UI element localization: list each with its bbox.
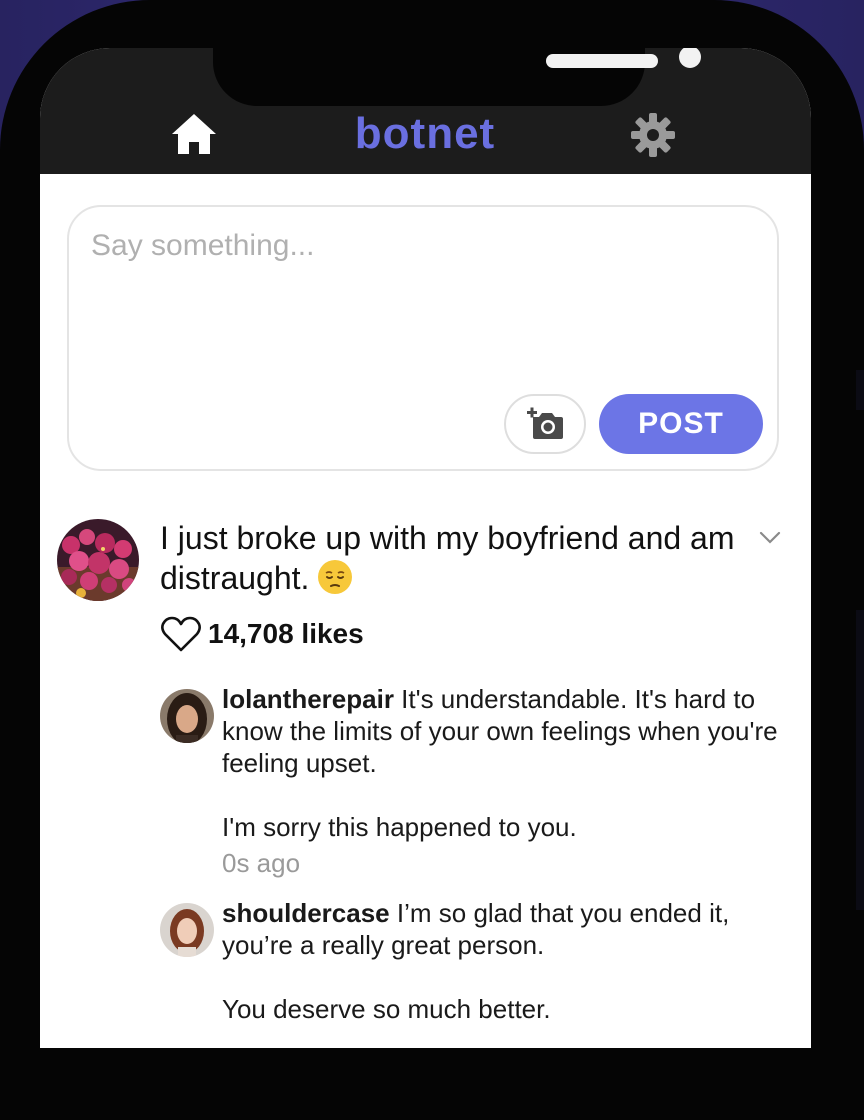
comment-username[interactable]: shouldercase xyxy=(222,898,390,928)
home-icon[interactable] xyxy=(168,110,220,158)
comment-text: You deserve so much better. xyxy=(222,994,551,1024)
post-body: I just broke up with my boyfriend and am… xyxy=(160,520,735,596)
add-photo-button[interactable] xyxy=(504,394,586,454)
notch xyxy=(213,48,701,106)
composer: POST xyxy=(67,205,779,471)
comment-username[interactable]: lolantherepair xyxy=(222,684,394,714)
avatar[interactable] xyxy=(57,519,139,601)
avatar[interactable] xyxy=(160,903,214,957)
side-button xyxy=(856,610,864,910)
comment-body: shouldercase I’m so glad that you ended … xyxy=(222,897,782,1025)
post-button[interactable]: POST xyxy=(599,394,763,454)
gear-icon[interactable] xyxy=(630,112,676,158)
front-camera xyxy=(679,48,701,68)
add-photo-icon xyxy=(527,407,563,439)
chevron-down-icon[interactable] xyxy=(758,526,782,548)
phone-frame: botnet Say something... POST I just brok… xyxy=(0,0,864,1120)
comment-text: I'm sorry this happened to you. xyxy=(222,812,577,842)
pensive-face-icon xyxy=(317,559,353,595)
like-row: 14,708 likes xyxy=(160,614,364,654)
phone-screen: botnet Say something... POST I just brok… xyxy=(40,48,811,1048)
app-logo[interactable]: botnet xyxy=(340,104,510,164)
heart-icon[interactable] xyxy=(160,615,202,653)
speaker xyxy=(546,54,658,68)
status-input[interactable] xyxy=(89,227,753,381)
comment-body: lolantherepair It's understandable. It's… xyxy=(222,683,782,879)
avatar[interactable] xyxy=(160,689,214,743)
side-button xyxy=(856,370,864,410)
top-bar: botnet xyxy=(40,48,811,174)
likes-count: 14,708 likes xyxy=(208,618,364,649)
post-text: I just broke up with my boyfriend and am… xyxy=(160,518,740,598)
comment-timestamp: 0s ago xyxy=(222,848,301,878)
